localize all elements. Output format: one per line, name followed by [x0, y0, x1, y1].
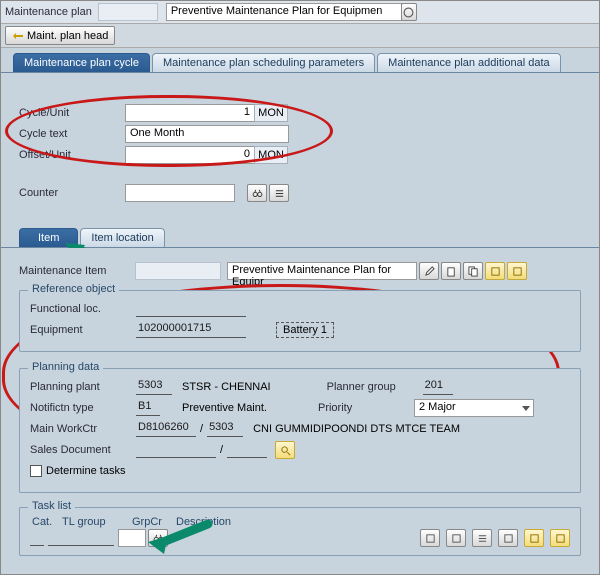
- yellow-action-1-icon[interactable]: [485, 262, 505, 280]
- offset-unit-label: Offset/Unit: [19, 149, 119, 161]
- group-title-reference: Reference object: [28, 283, 119, 295]
- maint-item-label: Maintenance Item: [19, 265, 129, 277]
- tasklist-group-field[interactable]: [48, 530, 114, 546]
- priority-dropdown[interactable]: 2 Major: [414, 399, 534, 417]
- slash-1: /: [196, 423, 207, 435]
- determine-tasks-checkbox[interactable]: [30, 465, 42, 477]
- slash-2: /: [216, 444, 227, 456]
- counter-label: Counter: [19, 187, 119, 199]
- offset-value[interactable]: 0: [125, 146, 255, 164]
- tab-sched[interactable]: Maintenance plan scheduling parameters: [152, 53, 375, 72]
- planning-plant-label: Planning plant: [30, 381, 130, 393]
- sales-doc-search-icon[interactable]: [275, 441, 295, 459]
- main-workctr-label: Main WorkCtr: [30, 423, 130, 435]
- planning-plant-field[interactable]: 5303: [136, 379, 172, 395]
- new-icon[interactable]: [441, 262, 461, 280]
- group-title-tasklist: Task list: [28, 500, 75, 512]
- counter-field[interactable]: [125, 184, 235, 202]
- maint-item-code[interactable]: [135, 262, 221, 280]
- toolbar: Maint. plan head: [1, 24, 599, 48]
- cycle-text-label: Cycle text: [19, 128, 119, 140]
- main-workctr-desc: CNI GUMMIDIPOONDI DTS MTCE TEAM: [253, 423, 460, 435]
- tab-cycle[interactable]: Maintenance plan cycle: [13, 53, 150, 72]
- sales-doc-label: Sales Document: [30, 444, 130, 456]
- notif-type-label: Notifictn type: [30, 402, 130, 414]
- notif-type-desc: Preventive Maint.: [182, 402, 267, 414]
- group-reference-object: Reference object Functional loc. Equipme…: [19, 290, 581, 352]
- tasklist-cat-field[interactable]: [30, 530, 44, 546]
- yellow-action-2-icon[interactable]: [507, 262, 527, 280]
- maint-plan-head-button[interactable]: Maint. plan head: [5, 26, 115, 45]
- header-bar: Maintenance plan Preventive Maintenance …: [1, 1, 599, 24]
- planner-group-label: Planner group: [327, 381, 417, 393]
- main-workctr-field[interactable]: D8106260: [136, 421, 196, 437]
- planner-group-field[interactable]: 201: [423, 379, 453, 395]
- funcloc-field[interactable]: [136, 301, 246, 317]
- copy-icon[interactable]: [463, 262, 483, 280]
- cycle-unit[interactable]: MON: [254, 104, 288, 122]
- tabs-main: Maintenance plan cycle Maintenance plan …: [1, 48, 599, 73]
- maint-plan-head-label: Maint. plan head: [27, 30, 108, 42]
- maint-plan-label: Maintenance plan: [5, 6, 92, 18]
- cycle-text[interactable]: One Month: [125, 125, 289, 143]
- sales-doc-item[interactable]: [227, 442, 267, 458]
- tasklist-columns: Cat. TL group GrpCr Description: [30, 516, 570, 528]
- equipment-desc[interactable]: Battery 1: [276, 322, 334, 338]
- main-workctr-plant[interactable]: 5303: [207, 421, 243, 437]
- equipment-field[interactable]: 102000001715: [136, 322, 246, 338]
- group-planning-data: Planning data Planning plant 5303 STSR -…: [19, 368, 581, 493]
- list-icon[interactable]: [269, 184, 289, 202]
- maint-plan-code[interactable]: [98, 3, 158, 21]
- maint-item-desc[interactable]: Preventive Maintenance Plan for Equipr: [227, 262, 417, 280]
- notif-type-field[interactable]: B1: [136, 400, 160, 416]
- planning-plant-desc: STSR - CHENNAI: [182, 381, 271, 393]
- annotation-arrow-tasklist: [150, 524, 210, 554]
- sales-doc-field[interactable]: [136, 442, 216, 458]
- cycle-value[interactable]: 1: [125, 104, 255, 122]
- binoculars-icon[interactable]: [247, 184, 267, 202]
- offset-unit[interactable]: MON: [254, 146, 288, 164]
- equipment-label: Equipment: [30, 324, 130, 336]
- group-title-planning: Planning data: [28, 361, 103, 373]
- funcloc-label: Functional loc.: [30, 303, 130, 315]
- col-cat: Cat.: [32, 516, 58, 528]
- panel-cycle: Cycle/Unit 1 MON Cycle text One Month Of…: [1, 73, 599, 574]
- tab-additional[interactable]: Maintenance plan additional data: [377, 53, 560, 72]
- col-tlgroup: TL group: [62, 516, 128, 528]
- cycle-unit-label: Cycle/Unit: [19, 107, 119, 119]
- field-help-icon[interactable]: [401, 3, 417, 21]
- priority-label: Priority: [318, 402, 408, 414]
- determine-tasks-label: Determine tasks: [46, 465, 125, 477]
- edit-icon[interactable]: [419, 262, 439, 280]
- maint-plan-desc[interactable]: Preventive Maintenance Plan for Equipmen: [166, 3, 402, 21]
